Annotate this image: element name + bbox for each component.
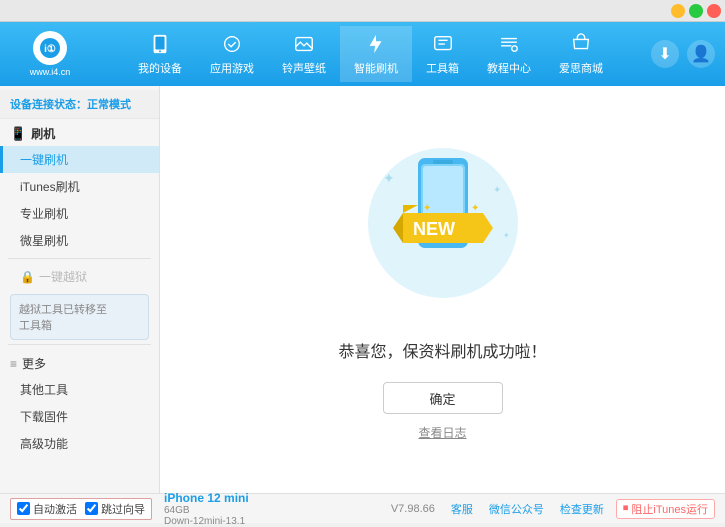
logo-text: www.i4.cn	[30, 67, 71, 77]
confirm-button[interactable]: 确定	[383, 382, 503, 414]
checkboxes-area: 自动激活 跳过向导	[10, 498, 152, 520]
flash-icon	[364, 32, 388, 56]
header: i① www.i4.cn 我的设备 应用游戏 铃声壁纸	[0, 22, 725, 86]
stop-label: 阻止iTunes运行	[631, 501, 708, 517]
svg-text:i①: i①	[44, 44, 56, 55]
sidebar-item-jailbreak: 🔒 一键越狱	[0, 263, 159, 290]
close-button[interactable]	[707, 4, 721, 18]
device-icon	[148, 32, 172, 56]
header-right: ⬇ 👤	[651, 40, 715, 68]
device-firmware: Down-12mini-13.1	[164, 516, 249, 527]
store-icon	[569, 32, 593, 56]
title-bar	[0, 0, 725, 22]
more-icon: ≡	[10, 357, 17, 371]
auto-connect-input[interactable]	[17, 502, 30, 515]
skip-wizard-label: 跳过向导	[101, 501, 145, 517]
device-storage: 64GB	[164, 505, 249, 516]
note-text: 越狱工具已转移至工具箱	[19, 304, 107, 332]
svg-text:✦: ✦	[383, 170, 395, 186]
sidebar-divider-2	[8, 344, 151, 345]
version-text: V7.98.66	[391, 503, 435, 515]
nav-item-store[interactable]: 爱思商城	[545, 26, 617, 82]
nav-label-flash: 智能刷机	[354, 60, 398, 76]
download-firmware-label: 下载固件	[20, 410, 68, 424]
advanced-label: 高级功能	[20, 437, 68, 451]
wechat-link[interactable]: 微信公众号	[489, 501, 544, 517]
nav-item-tools[interactable]: 工具箱	[412, 26, 473, 82]
device-info: iPhone 12 mini 64GB Down-12mini-13.1	[164, 491, 249, 527]
content-area: ✦ ✦ ✦ NEW ✦ ✦	[160, 86, 725, 493]
flash-section-header: 📱 刷机	[0, 119, 159, 146]
jailbreak-label: 一键越狱	[39, 268, 87, 285]
account-button[interactable]: 👤	[687, 40, 715, 68]
nav-item-tutorials[interactable]: 教程中心	[473, 26, 545, 82]
nav-label-device: 我的设备	[138, 60, 182, 76]
nav-item-flash[interactable]: 智能刷机	[340, 26, 412, 82]
tutorials-icon	[497, 32, 521, 56]
success-text: 恭喜您，保资料刷机成功啦！	[338, 338, 546, 362]
nav-label-apps: 应用游戏	[210, 60, 254, 76]
nav-label-tutorials: 教程中心	[487, 60, 531, 76]
sidebar-divider-1	[8, 258, 151, 259]
sidebar-item-micro[interactable]: 微星刷机	[0, 227, 159, 254]
sidebar: 设备连接状态：正常模式 📱 刷机 一键刷机 iTunes刷机 专业刷机 微星刷机…	[0, 86, 160, 493]
update-link[interactable]: 检查更新	[560, 501, 604, 517]
other-tools-label: 其他工具	[20, 383, 68, 397]
auto-connect-label: 自动激活	[33, 501, 77, 517]
lock-icon: 🔒	[20, 270, 35, 284]
sidebar-item-download-firmware[interactable]: 下载固件	[0, 403, 159, 430]
sidebar-item-itunes[interactable]: iTunes刷机	[0, 173, 159, 200]
itunes-label: iTunes刷机	[20, 180, 80, 194]
minimize-button[interactable]	[671, 4, 685, 18]
stop-itunes-button[interactable]: ⏹ 阻止iTunes运行	[616, 499, 715, 519]
customer-link[interactable]: 客服	[451, 501, 473, 517]
svg-text:✦: ✦	[493, 185, 501, 196]
main-layout: 设备连接状态：正常模式 📱 刷机 一键刷机 iTunes刷机 专业刷机 微星刷机…	[0, 86, 725, 493]
nav-item-wallpaper[interactable]: 铃声壁纸	[268, 26, 340, 82]
flash-section-label: 刷机	[31, 125, 55, 142]
skip-wizard-checkbox[interactable]: 跳过向导	[85, 501, 145, 517]
logo-icon: i①	[33, 31, 67, 65]
svg-text:✦: ✦	[423, 203, 431, 214]
onekey-label: 一键刷机	[20, 153, 68, 167]
nav-item-device[interactable]: 我的设备	[124, 26, 196, 82]
sidebar-item-onekey[interactable]: 一键刷机	[0, 146, 159, 173]
illustration: ✦ ✦ ✦ NEW ✦ ✦	[353, 138, 533, 318]
svg-text:NEW: NEW	[413, 219, 455, 239]
apps-icon	[220, 32, 244, 56]
bottom-bar: 自动激活 跳过向导 iPhone 12 mini 64GB Down-12min…	[0, 493, 725, 523]
footer-right: V7.98.66 客服 微信公众号 检查更新	[391, 501, 604, 517]
download-button[interactable]: ⬇	[651, 40, 679, 68]
sidebar-item-pro[interactable]: 专业刷机	[0, 200, 159, 227]
maximize-button[interactable]	[689, 4, 703, 18]
sidebar-item-other-tools[interactable]: 其他工具	[0, 376, 159, 403]
status-label: 设备连接状态：	[10, 99, 87, 111]
skip-wizard-input[interactable]	[85, 502, 98, 515]
nav-label-store: 爱思商城	[559, 60, 603, 76]
stop-icon: ⏹	[623, 502, 629, 515]
pro-label: 专业刷机	[20, 207, 68, 221]
svg-text:✦: ✦	[503, 231, 510, 240]
logo-area: i① www.i4.cn	[10, 31, 90, 77]
restart-link[interactable]: 查看日志	[418, 424, 466, 441]
nav-label-wallpaper: 铃声壁纸	[282, 60, 326, 76]
sidebar-item-advanced[interactable]: 高级功能	[0, 430, 159, 457]
more-section-header: ≡ 更多	[0, 349, 159, 376]
svg-text:✦: ✦	[471, 203, 479, 214]
nav-items: 我的设备 应用游戏 铃声壁纸 智能刷机 工具箱	[100, 26, 641, 82]
auto-connect-checkbox[interactable]: 自动激活	[17, 501, 77, 517]
nav-label-tools: 工具箱	[426, 60, 459, 76]
device-status: 设备连接状态：正常模式	[0, 90, 159, 119]
status-value: 正常模式	[87, 99, 131, 111]
sidebar-note: 越狱工具已转移至工具箱	[10, 294, 149, 340]
nav-item-apps[interactable]: 应用游戏	[196, 26, 268, 82]
tools-icon	[431, 32, 455, 56]
more-section-label: 更多	[22, 355, 46, 372]
flash-section-icon: 📱	[10, 126, 26, 142]
micro-label: 微星刷机	[20, 234, 68, 248]
wallpaper-icon	[292, 32, 316, 56]
